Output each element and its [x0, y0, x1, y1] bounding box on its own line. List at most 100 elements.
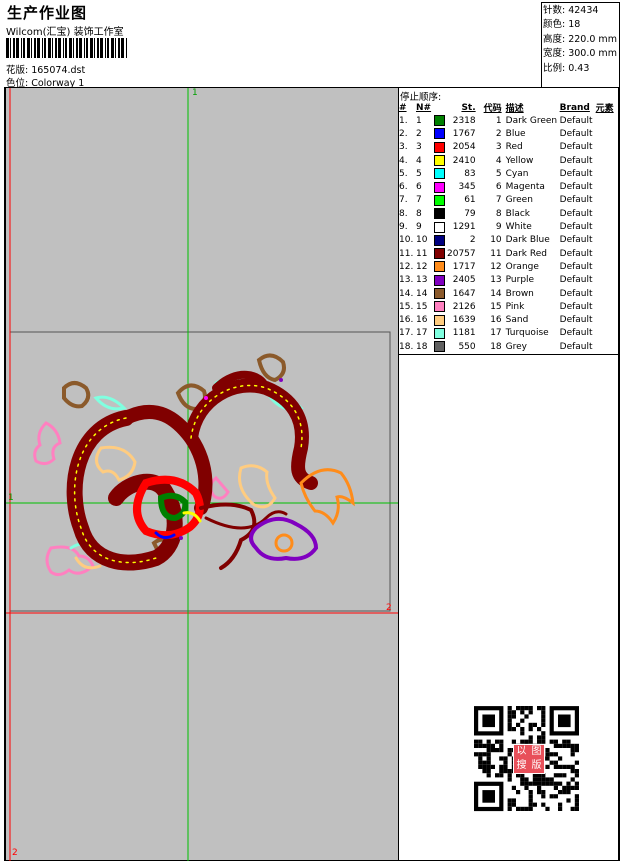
row-description: Cyan	[505, 168, 529, 179]
row-needle: 4	[416, 155, 422, 166]
row-index: 12.	[399, 261, 414, 272]
embroidery-preview	[6, 88, 399, 861]
color-sequence-table: # N# St. 代码 描述 Brand 元素 1. 1 2318 1 Dark Gre…	[399, 101, 618, 353]
row-brand: Default	[559, 235, 593, 246]
row-index: 14.	[399, 288, 414, 299]
marker-top: 1	[192, 88, 198, 98]
row-element	[596, 180, 618, 193]
color-swatch	[434, 274, 445, 286]
design-file-label: 花版: 165074.dst	[6, 65, 86, 76]
color-swatch	[434, 248, 445, 260]
design-width: 宽度: 300.0 mm	[543, 48, 617, 60]
stamp-char: 版	[531, 760, 542, 771]
row-index: 9.	[399, 222, 408, 233]
row-stitches: 2126	[452, 301, 476, 312]
row-element	[596, 194, 618, 207]
color-swatch	[434, 155, 445, 167]
row-element	[596, 340, 618, 353]
design-canvas: 1 1 2 2	[5, 87, 399, 861]
row-needle: 17	[416, 328, 428, 339]
row-brand: Default	[559, 341, 593, 352]
row-description: Dark Green	[505, 115, 558, 126]
table-row: 6. 6 345 6 Magenta Default	[399, 180, 618, 193]
color-swatch	[434, 208, 445, 220]
row-needle: 16	[416, 315, 428, 326]
col-stitches-header: St.	[461, 102, 476, 113]
row-code: 3	[495, 142, 502, 153]
col-index-header: #	[399, 102, 407, 113]
row-index: 4.	[399, 155, 408, 166]
row-element	[596, 127, 618, 140]
row-needle: 1	[416, 115, 422, 126]
row-index: 8.	[399, 208, 408, 219]
row-code: 6	[495, 182, 502, 193]
row-code: 12	[490, 261, 502, 272]
color-swatch	[434, 128, 445, 140]
row-stitches: 2410	[452, 155, 476, 166]
row-stitches: 20757	[447, 248, 476, 259]
row-needle: 11	[416, 248, 428, 259]
stamp-char: 以	[516, 746, 527, 757]
row-needle: 5	[416, 168, 422, 179]
row-brand: Default	[559, 142, 593, 153]
row-brand: Default	[559, 315, 593, 326]
row-element	[596, 287, 618, 300]
row-brand: Default	[559, 168, 593, 179]
row-description: Orange	[505, 261, 539, 272]
row-brand: Default	[559, 288, 593, 299]
table-row: 8. 8 79 8 Black Default	[399, 207, 618, 220]
row-stitches: 83	[464, 168, 476, 179]
row-needle: 14	[416, 288, 428, 299]
table-row: 4. 4 2410 4 Yellow Default	[399, 154, 618, 167]
row-brand: Default	[559, 182, 593, 193]
col-brand-header: Brand	[559, 102, 590, 113]
row-index: 10.	[399, 235, 414, 246]
row-code: 9	[495, 222, 502, 233]
row-index: 13.	[399, 275, 414, 286]
row-needle: 15	[416, 301, 428, 312]
row-element	[596, 327, 618, 340]
table-row: 3. 3 2054 3 Red Default	[399, 141, 618, 154]
row-stitches: 2054	[452, 142, 476, 153]
row-element	[596, 300, 618, 313]
stamp-char: 搜	[516, 760, 527, 771]
table-row: 16. 16 1639 16 Sand Default	[399, 313, 618, 326]
row-brand: Default	[559, 128, 593, 139]
table-row: 15. 15 2126 15 Pink Default	[399, 300, 618, 313]
row-index: 17.	[399, 328, 414, 339]
row-code: 1	[495, 115, 502, 126]
table-row: 2. 2 1767 2 Blue Default	[399, 127, 618, 140]
row-description: Sand	[505, 315, 529, 326]
row-code: 13	[490, 275, 502, 286]
row-element	[596, 114, 618, 127]
row-index: 15.	[399, 301, 414, 312]
row-code: 5	[495, 168, 502, 179]
col-needle-header: N#	[416, 102, 432, 113]
row-description: Red	[505, 142, 523, 153]
row-code: 7	[495, 195, 502, 206]
marker-left: 1	[8, 493, 14, 503]
row-index: 11.	[399, 248, 414, 259]
marker-right: 2	[386, 603, 392, 613]
row-brand: Default	[559, 115, 593, 126]
row-needle: 12	[416, 261, 428, 272]
row-element	[596, 220, 618, 233]
design-scale: 比例: 0.43	[543, 62, 590, 74]
row-description: Turquoise	[505, 328, 549, 339]
row-description: White	[505, 222, 532, 233]
row-description: Brown	[505, 288, 534, 299]
row-brand: Default	[559, 248, 593, 259]
row-code: 4	[495, 155, 502, 166]
row-element	[596, 234, 618, 247]
color-count: 颜色: 18	[543, 19, 581, 31]
table-row: 5. 5 83 5 Cyan Default	[399, 167, 618, 180]
row-description: Grey	[505, 341, 527, 352]
dragon-embroidery	[33, 353, 355, 577]
row-stitches: 1181	[452, 328, 476, 339]
stats-panel: 针数: 42434 颜色: 18 高度: 220.0 mm 宽度: 300.0 …	[543, 4, 617, 76]
row-stitches: 79	[464, 208, 476, 219]
row-description: Magenta	[505, 182, 545, 193]
row-code: 15	[490, 301, 502, 312]
row-code: 11	[490, 248, 502, 259]
row-description: Green	[505, 195, 533, 206]
